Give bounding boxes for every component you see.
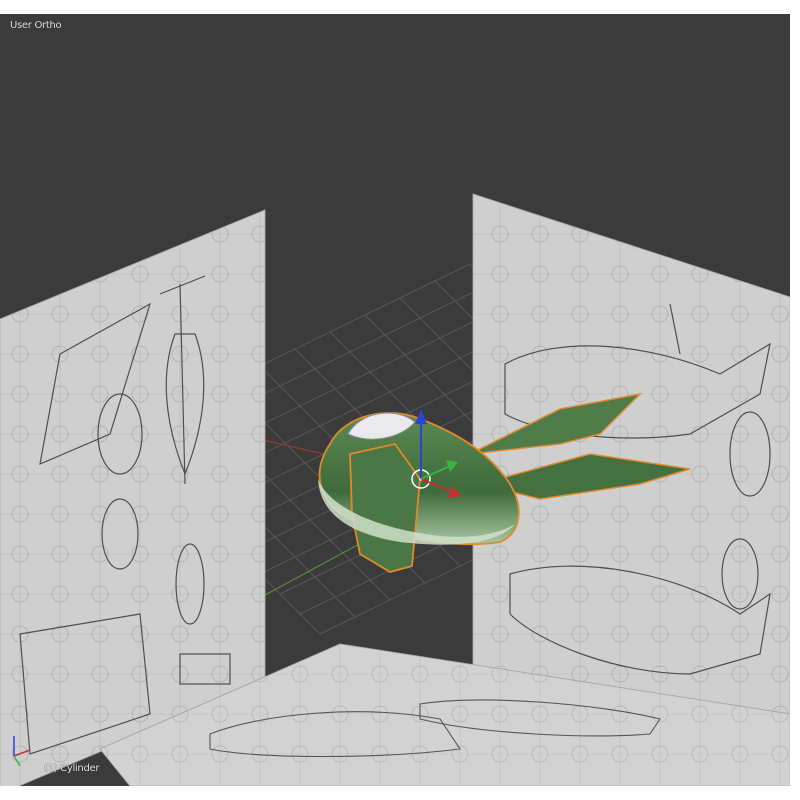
viewport-canvas xyxy=(0,193,790,786)
view-name-label: User Ortho xyxy=(10,20,62,31)
active-object-label: (1) Cylinder xyxy=(44,763,100,774)
3d-viewport[interactable]: User Ortho (1) Cylinder xyxy=(0,14,790,786)
